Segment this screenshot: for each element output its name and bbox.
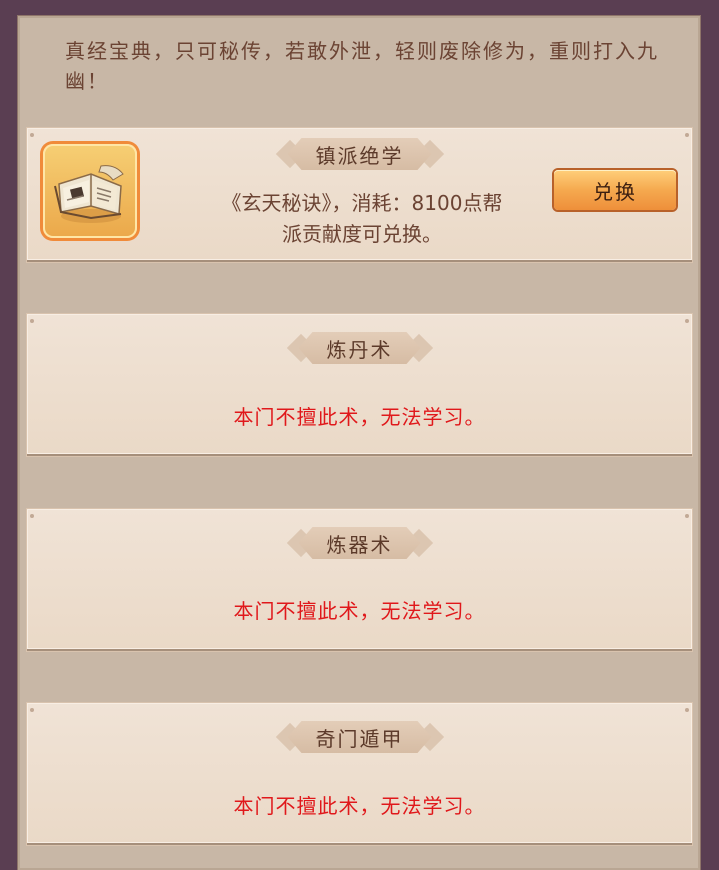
skill-panel-qimen: 奇门遁甲 本门不擅此术，无法学习。 bbox=[27, 703, 692, 845]
skill-title-badge: 奇门遁甲 bbox=[275, 721, 444, 753]
skill-title: 奇门遁甲 bbox=[315, 726, 404, 751]
skill-unavailable-message: 本门不擅此术，无法学习。 bbox=[233, 405, 486, 429]
secret-manual-window: 真经宝典，只可秘传，若敢外泄，轻则废除修为，重则打入九幽！ 镇派绝学 《玄天秘诀… bbox=[18, 16, 700, 870]
skill-title-badge: 炼丹术 bbox=[286, 332, 433, 364]
featured-description-line1: 《玄天秘诀》，消耗：8100点帮 bbox=[221, 191, 503, 215]
skill-panel-forging: 炼器术 本门不擅此术，无法学习。 bbox=[27, 509, 692, 651]
skill-unavailable-message: 本门不擅此术，无法学习。 bbox=[233, 599, 486, 623]
featured-title-badge: 镇派绝学 bbox=[275, 138, 444, 170]
redeem-button[interactable]: 兑换 bbox=[554, 170, 676, 210]
skill-panel-alchemy: 炼丹术 本门不擅此术，无法学习。 bbox=[27, 314, 692, 456]
featured-skill-panel: 镇派绝学 《玄天秘诀》，消耗：8100点帮 派贡献度可兑换。 兑换 bbox=[27, 128, 692, 262]
featured-description: 《玄天秘诀》，消耗：8100点帮 派贡献度可兑换。 bbox=[192, 188, 532, 250]
scroll-book-icon bbox=[43, 144, 137, 238]
featured-description-line2: 派贡献度可兑换。 bbox=[282, 222, 442, 246]
skill-title-badge: 炼器术 bbox=[286, 527, 433, 559]
intro-text: 真经宝典，只可秘传，若敢外泄，轻则废除修为，重则打入九幽！ bbox=[65, 39, 659, 93]
featured-title: 镇派绝学 bbox=[315, 143, 404, 168]
skill-unavailable-message: 本门不擅此术，无法学习。 bbox=[233, 794, 486, 818]
skill-title: 炼器术 bbox=[326, 532, 393, 557]
skill-title: 炼丹术 bbox=[326, 337, 393, 362]
